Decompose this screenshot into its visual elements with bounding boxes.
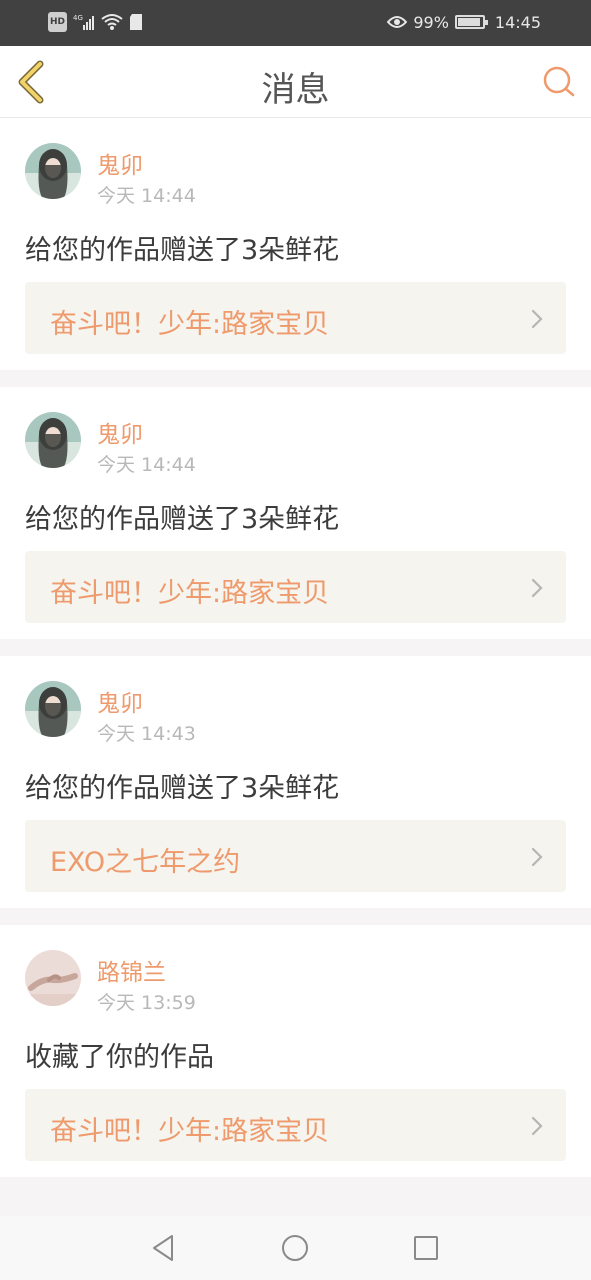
avatar[interactable]	[25, 412, 81, 468]
work-title: EXO之七年之约	[50, 847, 241, 878]
circle-home-icon	[282, 1235, 308, 1261]
avatar[interactable]	[25, 950, 81, 1006]
battery-percent: 99%	[413, 12, 449, 32]
app-header: 消息	[0, 46, 591, 118]
message-time: 今天 14:44	[97, 454, 196, 476]
message-text: 收藏了你的作品	[25, 1042, 214, 1073]
sender-name[interactable]: 鬼卯	[97, 415, 143, 449]
message-card: 鬼卯 今天 14:43 给您的作品赠送了3朵鲜花 EXO之七年之约	[0, 656, 591, 908]
triangle-back-icon	[153, 1235, 173, 1261]
system-nav-bar	[0, 1216, 591, 1280]
svg-text:4G: 4G	[73, 14, 83, 22]
work-title: 奋斗吧！少年:路家宝贝	[50, 309, 330, 340]
sd-card-icon	[129, 12, 143, 32]
sender-name[interactable]: 鬼卯	[97, 684, 143, 718]
chevron-right-icon	[531, 309, 543, 329]
work-link[interactable]: 奋斗吧！少年:路家宝贝	[25, 282, 566, 354]
message-time: 今天 13:59	[97, 992, 196, 1014]
message-text: 给您的作品赠送了3朵鲜花	[25, 504, 340, 535]
chevron-right-icon	[531, 1116, 543, 1136]
nav-back-button[interactable]	[148, 1232, 180, 1264]
nav-recents-button[interactable]	[410, 1232, 442, 1264]
sender-name[interactable]: 鬼卯	[97, 146, 143, 180]
work-title: 奋斗吧！少年:路家宝贝	[50, 1116, 330, 1147]
sender-name[interactable]: 路锦兰	[97, 953, 166, 987]
avatar[interactable]	[25, 681, 81, 737]
work-link[interactable]: 奋斗吧！少年:路家宝贝	[25, 1089, 566, 1161]
nav-home-button[interactable]	[279, 1232, 311, 1264]
search-button[interactable]	[541, 64, 577, 100]
message-time: 今天 14:43	[97, 723, 196, 745]
wifi-icon	[101, 12, 123, 32]
message-list: 鬼卯 今天 14:44 给您的作品赠送了3朵鲜花 奋斗吧！少年:路家宝贝 鬼卯 …	[0, 118, 591, 1194]
page-title: 消息	[261, 70, 330, 110]
signal-4g-icon: 4G	[73, 12, 95, 32]
status-bar: HD 4G 99% 14:45	[0, 0, 591, 46]
hd-badge: HD	[48, 12, 68, 32]
clock: 14:45	[494, 12, 541, 32]
message-card: 鬼卯 今天 14:44 给您的作品赠送了3朵鲜花 奋斗吧！少年:路家宝贝	[0, 118, 591, 370]
message-text: 给您的作品赠送了3朵鲜花	[25, 235, 340, 266]
message-card: 鬼卯 今天 14:44 给您的作品赠送了3朵鲜花 奋斗吧！少年:路家宝贝	[0, 387, 591, 639]
avatar[interactable]	[25, 143, 81, 199]
battery-icon	[454, 15, 488, 29]
search-icon	[543, 66, 575, 97]
eye-comfort-icon	[387, 12, 408, 32]
work-link[interactable]: 奋斗吧！少年:路家宝贝	[25, 551, 566, 623]
chevron-right-icon	[531, 847, 543, 867]
chevron-right-icon	[531, 578, 543, 598]
message-time: 今天 14:44	[97, 185, 196, 207]
square-recents-icon	[414, 1236, 438, 1260]
message-text: 给您的作品赠送了3朵鲜花	[25, 773, 340, 804]
work-title: 奋斗吧！少年:路家宝贝	[50, 578, 330, 609]
work-link[interactable]: EXO之七年之约	[25, 820, 566, 892]
message-card: 路锦兰 今天 13:59 收藏了你的作品 奋斗吧！少年:路家宝贝	[0, 925, 591, 1177]
